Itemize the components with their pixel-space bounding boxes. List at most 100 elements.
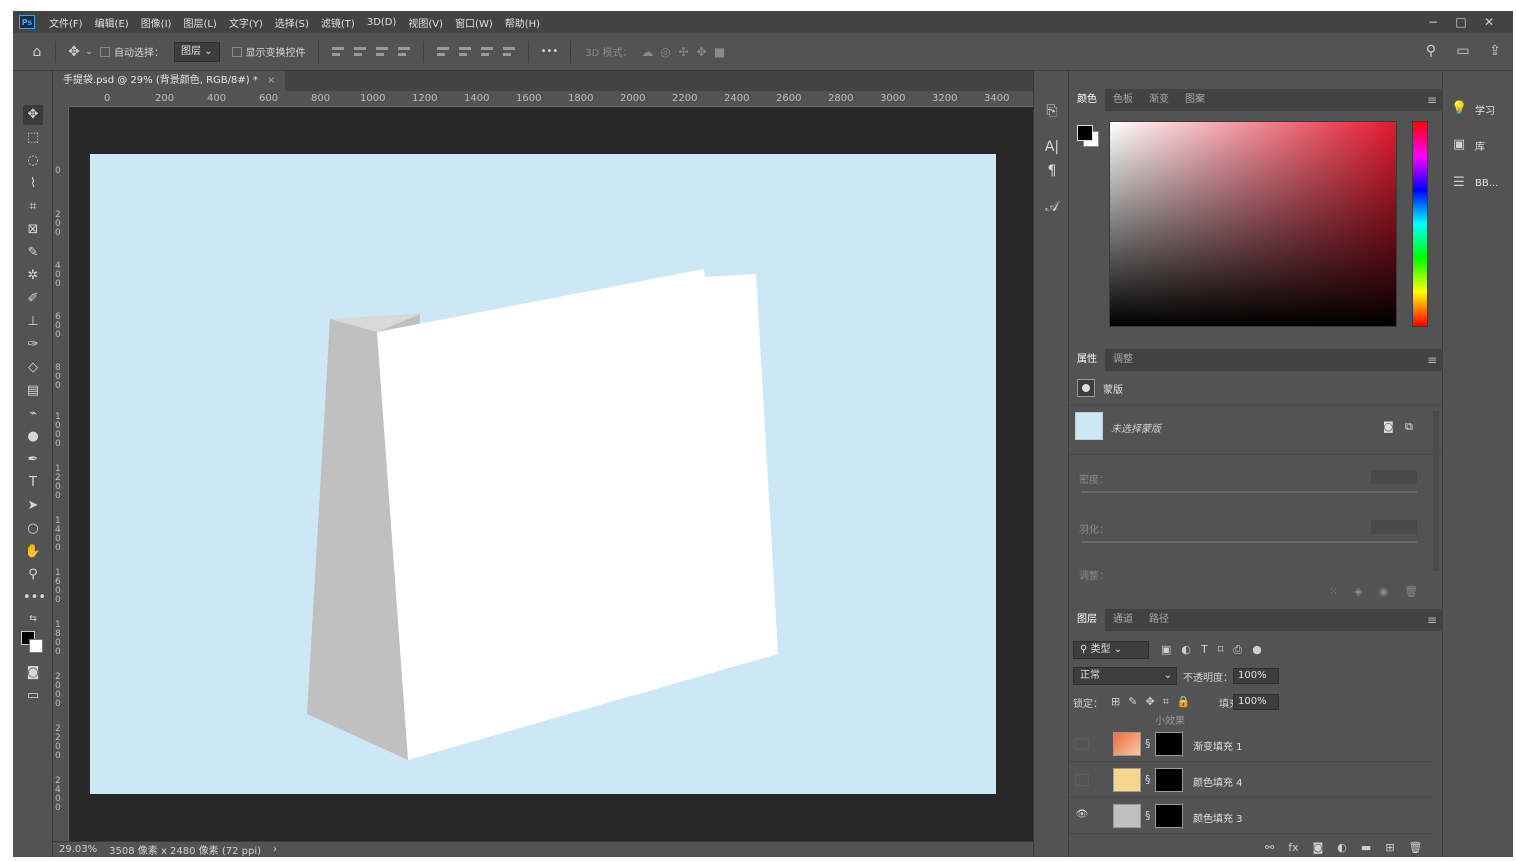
align-center-icon[interactable]: [351, 43, 369, 61]
show-transform-checkbox[interactable]: [231, 46, 242, 57]
fx-icon[interactable]: fx: [1288, 841, 1298, 854]
quick-mask-icon[interactable]: ◙: [23, 663, 43, 683]
crop-tool-icon[interactable]: ⌗: [23, 197, 43, 217]
history-panel-icon[interactable]: ⎘: [1042, 101, 1062, 121]
feather-slider[interactable]: [1081, 541, 1417, 543]
menu-type[interactable]: 文字(Y): [223, 15, 269, 30]
drag-3d-icon[interactable]: ✣: [675, 45, 693, 59]
character-panel-icon[interactable]: A|: [1042, 137, 1062, 157]
tab-color[interactable]: 颜色: [1069, 89, 1105, 111]
move-tool-icon[interactable]: ✥: [23, 105, 43, 125]
glyphs-panel-icon[interactable]: 𝒜: [1042, 197, 1062, 217]
status-menu-arrow[interactable]: ›: [267, 844, 283, 855]
distribute-vertical-icon[interactable]: [395, 43, 413, 61]
workspace-icon[interactable]: ▭: [1453, 41, 1473, 61]
fill-input[interactable]: 100%: [1233, 694, 1279, 710]
align-middle-icon[interactable]: [456, 43, 474, 61]
document-tab[interactable]: 手提袋.psd @ 29% (背景颜色, RGB/8#) * ×: [53, 71, 286, 91]
layer-name[interactable]: 颜色填充 4: [1193, 774, 1243, 789]
frame-tool-icon[interactable]: ⊠: [23, 220, 43, 240]
density-input[interactable]: [1371, 470, 1417, 484]
align-top-icon[interactable]: [434, 43, 452, 61]
new-group-icon[interactable]: ▬: [1361, 841, 1371, 854]
blend-mode-dropdown[interactable]: 正常 ⌄: [1073, 667, 1177, 685]
layer-mask-thumbnail[interactable]: [1155, 732, 1183, 756]
search-icon[interactable]: ⚲: [1421, 41, 1441, 61]
canvas-area[interactable]: [69, 107, 1033, 841]
density-slider[interactable]: [1081, 491, 1417, 493]
hue-slider[interactable]: [1412, 121, 1428, 327]
lasso-tool-icon[interactable]: ◌: [23, 151, 43, 171]
share-icon[interactable]: ⇪: [1485, 41, 1505, 61]
tab-swatches[interactable]: 色板: [1105, 89, 1141, 111]
pixel-filter-icon[interactable]: ▣: [1161, 643, 1171, 657]
menu-3d[interactable]: 3D(D): [361, 17, 403, 28]
tab-close-icon[interactable]: ×: [267, 75, 275, 86]
path-select-tool-icon[interactable]: ➤: [23, 496, 43, 516]
tab-channels[interactable]: 通道: [1105, 609, 1141, 631]
panel-menu-icon[interactable]: ≡: [1427, 93, 1437, 107]
tab-layers[interactable]: 图层: [1069, 609, 1105, 631]
brush-tool-icon[interactable]: ✐: [23, 289, 43, 309]
link-layers-icon[interactable]: ⚯: [1265, 841, 1274, 854]
eraser-tool-icon[interactable]: ◇: [23, 358, 43, 378]
layer-name[interactable]: 颜色填充 3: [1193, 810, 1243, 825]
slide-3d-icon[interactable]: ✥: [693, 45, 711, 59]
learn-panel-button[interactable]: 💡 学习: [1451, 101, 1495, 117]
load-selection-icon[interactable]: ⁙: [1329, 585, 1338, 598]
marquee-tool-icon[interactable]: ⬚: [23, 128, 43, 148]
layer-filter-dropdown[interactable]: ⚲ 类型 ⌄: [1073, 641, 1149, 659]
lock-position-icon[interactable]: ✥: [1145, 695, 1154, 709]
background-color-swatch[interactable]: [29, 639, 43, 653]
mask-thumbnail[interactable]: [1075, 412, 1103, 440]
roll-3d-icon[interactable]: ◎: [657, 45, 675, 59]
visibility-icon[interactable]: ◉: [1379, 585, 1389, 598]
history-brush-tool-icon[interactable]: ✑: [23, 335, 43, 355]
menu-filter[interactable]: 滤镜(T): [315, 15, 361, 30]
menu-image[interactable]: 图像(I): [135, 15, 178, 30]
lock-all-icon[interactable]: 🔒: [1177, 695, 1191, 709]
lock-artboard-icon[interactable]: ⌗: [1163, 695, 1169, 709]
move-tool-preset-icon[interactable]: ✥: [64, 42, 84, 62]
opacity-input[interactable]: 100%: [1233, 668, 1279, 684]
align-left-icon[interactable]: [329, 43, 347, 61]
delete-layer-icon[interactable]: 🗑: [1409, 841, 1423, 854]
orbit-3d-icon[interactable]: ☁: [639, 45, 657, 59]
hand-tool-icon[interactable]: ✋: [23, 542, 43, 562]
home-icon[interactable]: ⌂: [27, 42, 47, 62]
panel-menu-icon[interactable]: ≡: [1427, 353, 1437, 367]
bb-panel-button[interactable]: ☰ BB...: [1451, 175, 1498, 191]
menu-help[interactable]: 帮助(H): [499, 15, 546, 30]
minimize-icon[interactable]: −: [1419, 15, 1447, 29]
tab-gradients[interactable]: 渐变: [1141, 89, 1177, 111]
zoom-level[interactable]: 29.03%: [53, 844, 103, 855]
healing-brush-tool-icon[interactable]: ✲: [23, 266, 43, 286]
blur-tool-icon[interactable]: ⌁: [23, 404, 43, 424]
layer-row[interactable]: § 颜色填充 4: [1069, 762, 1433, 798]
zoom-tool-icon[interactable]: ⚲: [23, 565, 43, 585]
panel-menu-icon[interactable]: ≡: [1427, 613, 1437, 627]
adjustment-layer-icon[interactable]: ◐: [1337, 841, 1347, 854]
quick-select-tool-icon[interactable]: ⌇: [23, 174, 43, 194]
eyedropper-tool-icon[interactable]: ✎: [23, 243, 43, 263]
tab-paths[interactable]: 路径: [1141, 609, 1177, 631]
lock-pixels-icon[interactable]: ✎: [1128, 695, 1137, 709]
layer-mask-thumbnail[interactable]: [1155, 804, 1183, 828]
ellipse-tool-icon[interactable]: ○: [23, 519, 43, 539]
layer-row[interactable]: 👁 § 颜色填充 3: [1069, 798, 1433, 834]
tab-adjustments[interactable]: 调整: [1105, 349, 1141, 371]
align-right-icon[interactable]: [373, 43, 391, 61]
eye-icon[interactable]: 👁: [1075, 810, 1089, 822]
type-filter-icon[interactable]: T: [1201, 643, 1208, 657]
distribute-horizontal-icon[interactable]: [500, 43, 518, 61]
paragraph-panel-icon[interactable]: ¶: [1042, 161, 1062, 181]
tab-patterns[interactable]: 图案: [1177, 89, 1213, 111]
menu-layer[interactable]: 图层(L): [177, 15, 222, 30]
auto-select-dropdown[interactable]: 图层 ⌄: [174, 41, 220, 62]
layer-row[interactable]: § 渐变填充 1: [1069, 726, 1433, 762]
filter-toggle-icon[interactable]: ●: [1252, 643, 1262, 657]
chevron-down-icon[interactable]: ⌄: [84, 42, 94, 62]
more-tools-icon[interactable]: •••: [23, 588, 46, 608]
screen-mode-icon[interactable]: ▭: [23, 686, 43, 706]
auto-select-checkbox[interactable]: [100, 46, 110, 57]
